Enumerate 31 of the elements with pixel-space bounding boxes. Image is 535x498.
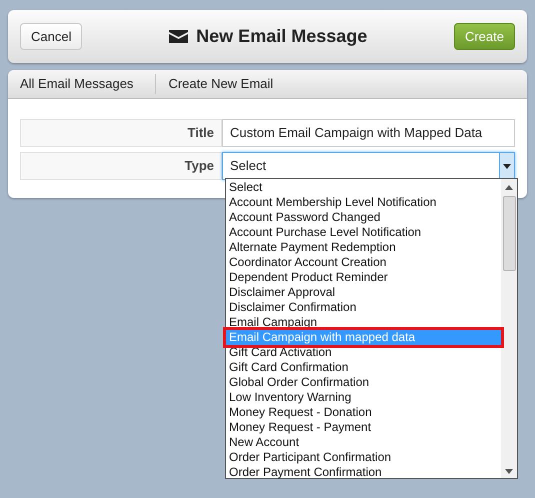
cancel-button[interactable]: Cancel [20, 23, 82, 50]
breadcrumb-link[interactable]: All Email Messages [8, 74, 156, 94]
field-label: Type [20, 152, 222, 180]
page-title: New Email Message [196, 25, 368, 48]
dropdown-option[interactable]: Gift Card Activation [226, 345, 501, 360]
dropdown-option[interactable]: Global Order Confirmation [226, 375, 501, 390]
dropdown-option[interactable]: New Account [226, 435, 501, 450]
dropdown-option[interactable]: Email Campaign [226, 315, 501, 330]
dropdown-option[interactable]: Order Payment Confirmation [226, 465, 501, 480]
dropdown-option[interactable]: Select [226, 180, 501, 195]
dropdown-option[interactable]: Account Password Changed [226, 210, 501, 225]
field-label: Title [20, 119, 222, 147]
scrollbar[interactable] [501, 179, 517, 478]
dropdown-option[interactable]: Alternate Payment Redemption [226, 240, 501, 255]
dropdown-option[interactable]: Disclaimer Confirmation [226, 300, 501, 315]
breadcrumb-link[interactable]: Create New Email [156, 74, 286, 94]
envelope-icon [169, 30, 188, 43]
scroll-down-icon[interactable] [505, 469, 513, 474]
dropdown-option[interactable]: Account Purchase Level Notification [226, 225, 501, 240]
dropdown-option[interactable]: Dependent Product Reminder [226, 270, 501, 285]
title-input[interactable]: Custom Email Campaign with Mapped Data [222, 119, 515, 147]
scroll-up-icon[interactable] [505, 185, 513, 190]
dropdown-option[interactable]: Low Inventory Warning [226, 390, 501, 405]
dropdown-option[interactable]: Disclaimer Approval [226, 285, 501, 300]
dropdown-option[interactable]: Account Membership Level Notification [226, 195, 501, 210]
dropdown-option[interactable]: Money Request - Payment [226, 420, 501, 435]
scroll-thumb[interactable] [502, 196, 516, 271]
dropdown-option[interactable]: Order Participant Confirmation [226, 450, 501, 465]
dropdown-option[interactable]: Money Request - Donation [226, 405, 501, 420]
dropdown-option[interactable]: Coordinator Account Creation [226, 255, 501, 270]
dropdown-option[interactable]: Gift Card Confirmation [226, 360, 501, 375]
